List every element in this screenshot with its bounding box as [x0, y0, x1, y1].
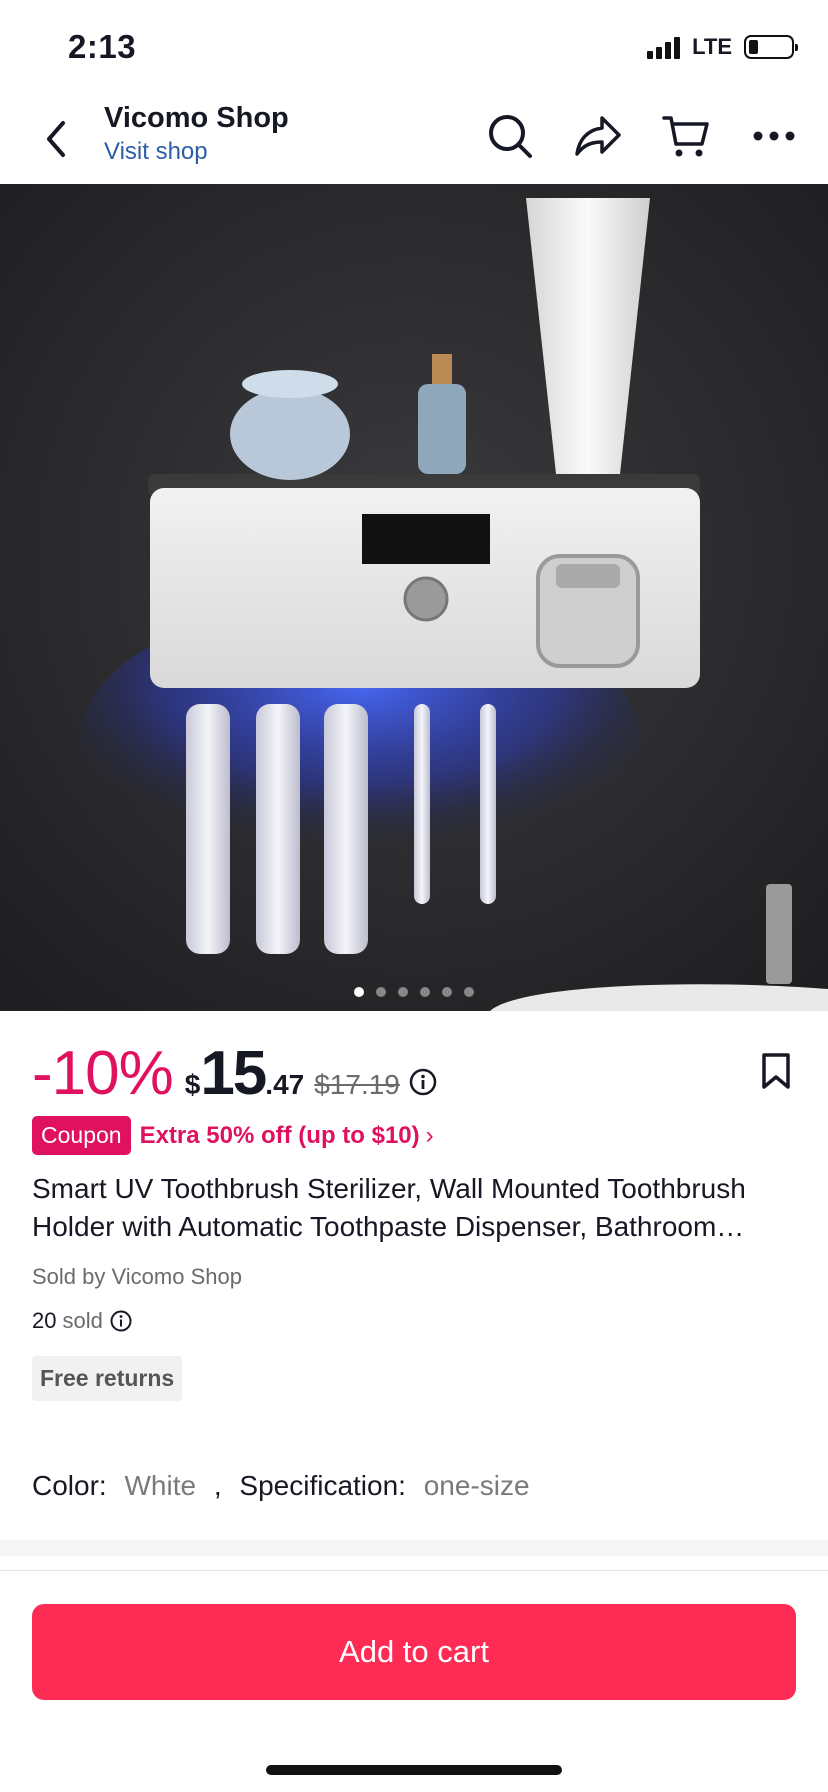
price-decimal: .47	[265, 1069, 305, 1100]
footer-divider	[0, 1570, 828, 1571]
search-icon	[489, 115, 532, 158]
back-button[interactable]	[36, 116, 76, 162]
share-icon	[575, 116, 621, 156]
color-key: Color:	[32, 1470, 107, 1501]
add-to-cart-button[interactable]: Add to cart	[32, 1604, 796, 1700]
cart-icon	[662, 116, 709, 157]
original-price: $17.19	[314, 1069, 400, 1100]
sold-count-row: 20 sold	[32, 1308, 133, 1334]
info-icon[interactable]	[408, 1067, 438, 1097]
shop-name[interactable]: Vicomo Shop	[104, 102, 289, 135]
signal-icon	[647, 35, 681, 59]
price-integer: 15	[200, 1039, 267, 1108]
cart-button[interactable]	[662, 112, 710, 160]
color-value: White	[124, 1470, 197, 1501]
section-divider	[0, 1540, 828, 1556]
shop-header: Vicomo Shop Visit shop	[0, 96, 828, 184]
search-button[interactable]	[486, 112, 534, 160]
free-returns-badge: Free returns	[32, 1356, 183, 1401]
specification-value: one-size	[423, 1470, 530, 1501]
carousel-dot[interactable]	[376, 987, 386, 997]
discount-label: -10%	[32, 1039, 174, 1108]
sold-count: 20	[32, 1308, 57, 1333]
price-row: -10% $ 15 .47 $17.19	[32, 1038, 796, 1108]
network-label: LTE	[692, 34, 732, 59]
product-image	[0, 184, 828, 1011]
product-image-carousel[interactable]	[0, 184, 828, 1011]
sold-by[interactable]: Sold by Vicomo Shop	[32, 1264, 242, 1290]
bookmark-icon	[762, 1053, 790, 1089]
sold-label: sold	[62, 1308, 103, 1333]
battery-icon	[744, 35, 798, 59]
coupon-row[interactable]: Coupon Extra 50% off (up to $10) ›	[32, 1116, 434, 1155]
header-actions	[486, 112, 798, 160]
carousel-dot[interactable]	[398, 987, 408, 997]
carousel-dot[interactable]	[464, 987, 474, 997]
home-indicator	[266, 1765, 562, 1775]
save-button[interactable]	[760, 1052, 796, 1092]
visit-shop-link[interactable]: Visit shop	[104, 138, 208, 166]
share-button[interactable]	[574, 112, 622, 160]
info-icon[interactable]	[109, 1309, 133, 1333]
status-bar: 2:13 LTE	[0, 0, 828, 96]
spec-separator: ,	[213, 1470, 222, 1501]
price-currency: $	[184, 1069, 201, 1100]
product-title: Smart UV Toothbrush Sterilizer, Wall Mou…	[32, 1173, 746, 1242]
status-time: 2:13	[68, 28, 137, 65]
coupon-badge: Coupon	[32, 1116, 131, 1155]
specification-key: Specification:	[239, 1470, 406, 1501]
more-button[interactable]	[750, 112, 798, 160]
chevron-left-icon	[47, 121, 65, 157]
coupon-text: Extra 50% off (up to $10)	[139, 1121, 420, 1149]
carousel-dot[interactable]	[354, 987, 364, 997]
carousel-dot[interactable]	[442, 987, 452, 997]
carousel-indicator	[0, 987, 828, 997]
variant-selector[interactable]: Color: White , Specification: one-size	[32, 1470, 530, 1502]
carousel-dot[interactable]	[420, 987, 430, 997]
status-indicators: LTE	[647, 34, 798, 60]
chevron-right-icon: ›	[425, 1121, 434, 1149]
more-horizontal-icon	[753, 131, 795, 141]
